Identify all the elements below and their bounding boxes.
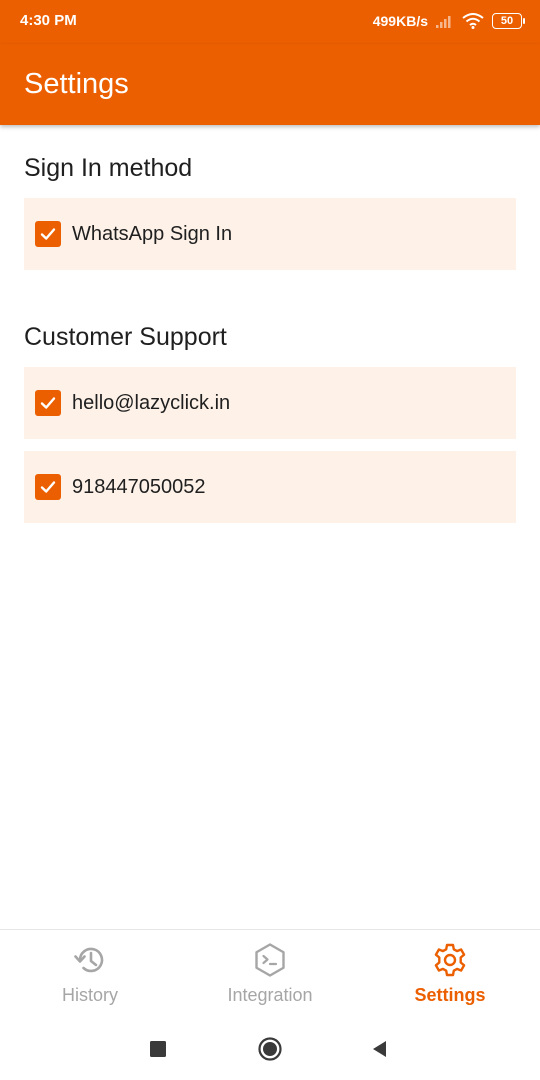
option-support-phone[interactable]: 918447050052: [24, 451, 516, 523]
checkbox-checked-icon[interactable]: [35, 221, 61, 247]
history-icon: [74, 947, 104, 973]
wifi-icon: [462, 13, 484, 29]
battery-level: 50: [500, 15, 514, 27]
option-label: 918447050052: [72, 475, 206, 498]
status-bar: 4:30 PM 499KB/s 50: [0, 0, 540, 44]
page-title: Settings: [24, 68, 129, 100]
terminal-icon: [255, 943, 285, 977]
option-label: hello@lazyclick.in: [72, 391, 231, 414]
checkbox-checked-icon[interactable]: [35, 390, 61, 416]
option-support-email[interactable]: hello@lazyclick.in: [24, 367, 516, 439]
cell-signal-icon: [436, 16, 451, 28]
gear-icon: [434, 943, 466, 977]
status-time: 4:30 PM: [20, 12, 77, 29]
option-whatsapp-sign-in[interactable]: WhatsApp Sign In: [24, 198, 516, 270]
nav-item-history[interactable]: History: [0, 930, 180, 1018]
nav-item-settings[interactable]: Settings: [360, 930, 540, 1018]
nav-item-integration[interactable]: Integration: [180, 930, 360, 1018]
bottom-navigation: History Integration Settings: [0, 929, 540, 1018]
checkbox-checked-icon[interactable]: [35, 474, 61, 500]
battery-icon: 50: [492, 13, 525, 29]
recents-square-icon[interactable]: [146, 1037, 170, 1061]
back-triangle-icon[interactable]: [368, 1037, 392, 1061]
section-title-sign-in-method: Sign In method: [24, 154, 193, 182]
app-bar: Settings: [0, 44, 540, 125]
network-speed: 499KB/s: [372, 13, 428, 29]
nav-label-integration: Integration: [227, 985, 313, 1005]
section-title-customer-support: Customer Support: [24, 323, 227, 351]
status-indicators: 499KB/s 50: [372, 10, 525, 32]
home-circle-icon[interactable]: [258, 1037, 282, 1061]
option-label: WhatsApp Sign In: [72, 222, 233, 245]
system-navigation-bar: [0, 1018, 540, 1080]
nav-label-settings: Settings: [414, 985, 486, 1005]
nav-label-history: History: [61, 985, 118, 1005]
